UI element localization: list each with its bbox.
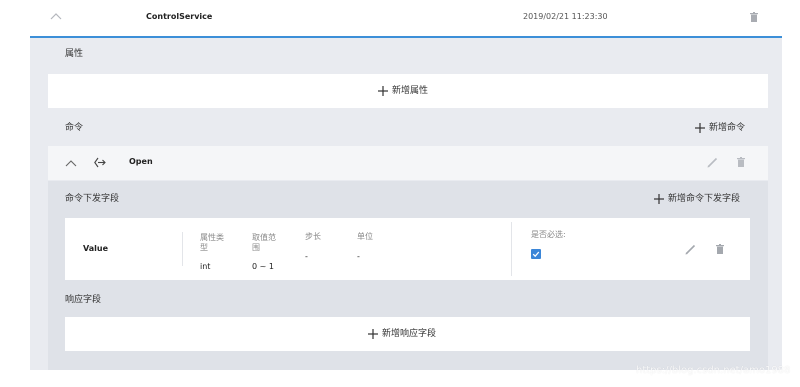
trash-icon[interactable] — [716, 244, 724, 254]
plus-icon — [368, 329, 378, 339]
field-name: Value — [83, 244, 109, 253]
unit-value: - — [357, 252, 360, 261]
unit-label: 单位 — [357, 232, 373, 241]
range-value: 0 ~ 1 — [252, 262, 274, 271]
service-header[interactable] — [30, 0, 782, 36]
commands-section-label: 命令 — [65, 123, 84, 133]
response-fields-section-label: 响应字段 — [65, 295, 102, 305]
plus-icon[interactable] — [654, 194, 664, 204]
add-down-field-button[interactable]: 新增命令下发字段 — [668, 195, 740, 204]
step-label: 步长 — [305, 232, 321, 241]
trash-icon[interactable] — [750, 12, 758, 22]
plus-icon — [378, 86, 388, 96]
field-row — [65, 218, 750, 280]
properties-section-label: 属性 — [65, 49, 84, 59]
range-label: 取值范围 — [252, 233, 276, 252]
required-label: 是否必选: — [531, 230, 566, 239]
add-response-field-label: 新增响应字段 — [382, 329, 437, 339]
chevron-up-icon[interactable] — [50, 12, 62, 20]
step-value: - — [305, 252, 308, 261]
service-name: ControlService — [146, 12, 213, 21]
service-timestamp: 2019/02/21 11:23:30 — [523, 12, 608, 21]
command-name: Open — [129, 157, 153, 166]
type-value: int — [200, 262, 211, 271]
edit-icon[interactable] — [707, 157, 718, 168]
chevron-up-icon[interactable] — [65, 159, 77, 167]
command-arrow-icon — [94, 157, 106, 168]
plus-icon[interactable] — [695, 123, 705, 133]
field-divider — [182, 232, 183, 266]
add-command-button[interactable]: 新增命令 — [709, 124, 745, 133]
add-property-label: 新增属性 — [392, 86, 429, 96]
command-row[interactable] — [48, 146, 768, 180]
edit-icon[interactable] — [685, 244, 696, 255]
watermark: https://blog.csdn.net/amo1988 — [636, 365, 791, 376]
field-divider — [511, 222, 512, 276]
trash-icon[interactable] — [737, 157, 745, 167]
type-label: 属性类型 — [200, 233, 224, 252]
down-fields-section-label: 命令下发字段 — [65, 194, 120, 204]
required-checkbox[interactable] — [531, 249, 541, 259]
